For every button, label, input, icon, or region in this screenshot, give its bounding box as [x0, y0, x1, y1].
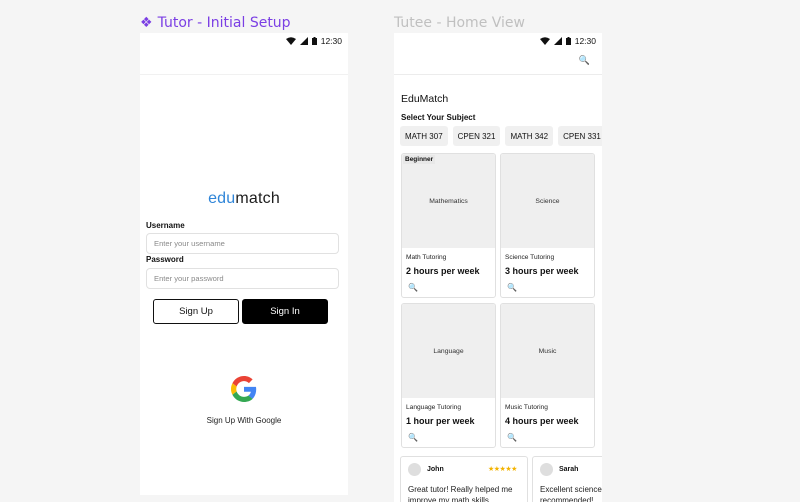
- edumatch-logo: edumatch: [208, 190, 280, 207]
- tutoring-card[interactable]: Science Science Tutoring 3 hours per wee…: [500, 153, 595, 298]
- sign-in-button[interactable]: Sign In: [242, 299, 328, 324]
- wifi-icon: [539, 37, 550, 45]
- subject-chip[interactable]: CPEN 331: [558, 126, 602, 146]
- card-title: Language Tutoring: [406, 404, 461, 411]
- card-image: Mathematics: [402, 154, 495, 248]
- subject-chips: MATH 307 CPEN 321 MATH 342 CPEN 331: [400, 126, 602, 146]
- search-icon[interactable]: 🔍: [507, 433, 517, 442]
- signal-icon: [553, 37, 562, 45]
- frame-title-tutee: Tutee - Home View: [394, 15, 525, 31]
- avatar-icon: [408, 463, 421, 476]
- search-icon[interactable]: 🔍: [579, 55, 590, 66]
- password-label: Password: [146, 255, 184, 264]
- search-icon[interactable]: 🔍: [507, 283, 517, 292]
- username-input[interactable]: [146, 233, 339, 254]
- app-title: EduMatch: [401, 93, 449, 105]
- card-time: 3 hours per week: [505, 266, 579, 276]
- card-title: Music Tutoring: [505, 404, 548, 411]
- review-text: Great tutor! Really helped me improve my…: [408, 485, 513, 502]
- star-rating: ★★★★★: [488, 466, 517, 473]
- frame-title-tutor: ❖ Tutor - Initial Setup: [140, 15, 291, 31]
- component-icon: ❖: [140, 15, 153, 31]
- signal-icon: [299, 37, 308, 45]
- status-time: 12:30: [574, 36, 596, 46]
- subject-prompt: Select Your Subject: [401, 113, 476, 122]
- password-input[interactable]: [146, 268, 339, 289]
- card-time: 2 hours per week: [406, 266, 480, 276]
- reviewer-name: John: [427, 466, 444, 473]
- review-card[interactable]: John ★★★★★ Great tutor! Really helped me…: [400, 456, 528, 502]
- card-image: Music: [501, 304, 594, 398]
- username-label: Username: [146, 221, 185, 230]
- card-time: 1 hour per week: [406, 416, 475, 426]
- top-app-bar: [140, 49, 348, 75]
- avatar-icon: [540, 463, 553, 476]
- subject-chip[interactable]: CPEN 321: [452, 126, 501, 146]
- tutoring-card[interactable]: Mathematics Beginner Math Tutoring 2 hou…: [401, 153, 496, 298]
- phone-tutor-setup: 12:30 edumatch Username Password Sign Up…: [140, 33, 348, 495]
- top-app-bar: 🔍: [394, 49, 602, 75]
- subject-chip[interactable]: MATH 307: [400, 126, 448, 146]
- tutoring-card[interactable]: Music Music Tutoring 4 hours per week 🔍: [500, 303, 595, 448]
- phone-tutee-home: 12:30 🔍 EduMatch Select Your Subject MAT…: [394, 33, 602, 502]
- google-signup-label[interactable]: Sign Up With Google: [140, 416, 348, 425]
- search-icon[interactable]: 🔍: [408, 433, 418, 442]
- google-logo-icon[interactable]: [231, 376, 257, 402]
- sign-up-button[interactable]: Sign Up: [153, 299, 239, 324]
- wifi-icon: [285, 37, 296, 45]
- battery-icon: [311, 37, 317, 45]
- status-time: 12:30: [320, 36, 342, 46]
- card-title: Math Tutoring: [406, 254, 447, 261]
- level-badge: Beginner: [403, 155, 436, 164]
- card-image: Language: [402, 304, 495, 398]
- battery-icon: [565, 37, 571, 45]
- card-image: Science: [501, 154, 594, 248]
- subject-chip[interactable]: MATH 342: [505, 126, 554, 146]
- card-title: Science Tutoring: [505, 254, 555, 261]
- status-bar: 12:30: [140, 33, 348, 49]
- card-time: 4 hours per week: [505, 416, 579, 426]
- search-icon[interactable]: 🔍: [408, 283, 418, 292]
- tutoring-card[interactable]: Language Language Tutoring 1 hour per we…: [401, 303, 496, 448]
- reviewer-name: Sarah: [559, 466, 579, 473]
- review-card[interactable]: Sarah Excellent science tutor. Highly re…: [532, 456, 602, 502]
- review-text: Excellent science tutor. Highly recommen…: [540, 485, 602, 502]
- status-bar: 12:30: [394, 33, 602, 49]
